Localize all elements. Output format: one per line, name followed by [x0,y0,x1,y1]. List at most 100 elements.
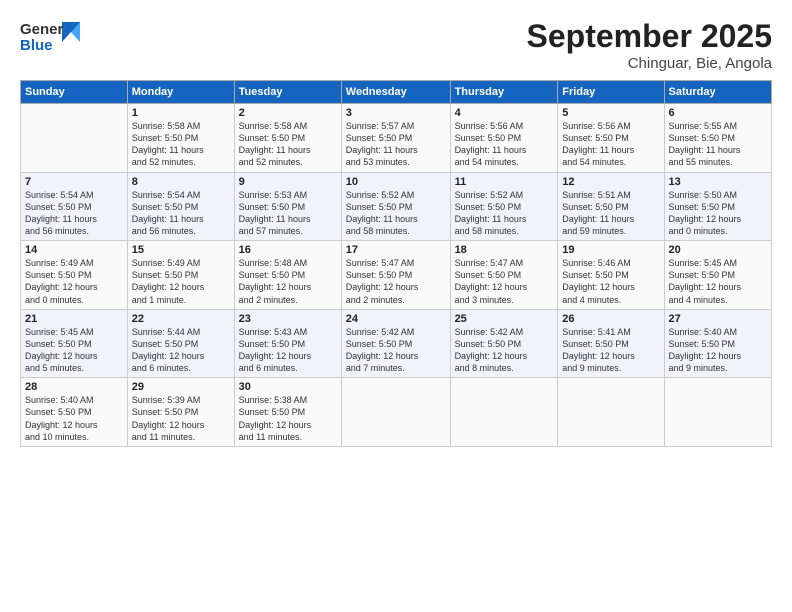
calendar-header: Sunday Monday Tuesday Wednesday Thursday… [21,81,772,104]
table-row: 7Sunrise: 5:54 AM Sunset: 5:50 PM Daylig… [21,172,128,241]
table-row [558,378,664,447]
day-info: Sunrise: 5:38 AM Sunset: 5:50 PM Dayligh… [239,394,337,443]
day-number: 28 [25,381,123,393]
day-number: 26 [562,313,659,325]
day-info: Sunrise: 5:58 AM Sunset: 5:50 PM Dayligh… [239,120,337,169]
table-row: 30Sunrise: 5:38 AM Sunset: 5:50 PM Dayli… [234,378,341,447]
col-monday: Monday [127,81,234,104]
calendar-body: 1 Sunrise: 5:58 AM Sunset: 5:50 PM Daylig… [21,104,772,447]
day-number: 21 [25,313,123,325]
day-info: Sunrise: 5:45 AM Sunset: 5:50 PM Dayligh… [25,326,123,375]
day-info: Sunrise: 5:51 AM Sunset: 5:50 PM Dayligh… [562,189,659,238]
day-info: Sunrise: 5:49 AM Sunset: 5:50 PM Dayligh… [25,257,123,306]
day-info: Sunrise: 5:54 AM Sunset: 5:50 PM Dayligh… [25,189,123,238]
table-row: 2Sunrise: 5:58 AM Sunset: 5:50 PM Daylig… [234,104,341,173]
day-info: Sunrise: 5:55 AM Sunset: 5:50 PM Dayligh… [669,120,767,169]
table-row: 29Sunrise: 5:39 AM Sunset: 5:50 PM Dayli… [127,378,234,447]
day-number: 29 [132,381,230,393]
day-info: Sunrise: 5:57 AM Sunset: 5:50 PM Dayligh… [346,120,446,169]
table-row: 14Sunrise: 5:49 AM Sunset: 5:50 PM Dayli… [21,241,128,310]
table-row: 4Sunrise: 5:56 AM Sunset: 5:50 PM Daylig… [450,104,558,173]
day-number: 7 [25,176,123,188]
table-row: 28Sunrise: 5:40 AM Sunset: 5:50 PM Dayli… [21,378,128,447]
day-info: Sunrise: 5:40 AM Sunset: 5:50 PM Dayligh… [669,326,767,375]
day-number: 4 [455,107,554,119]
table-row: 8Sunrise: 5:54 AM Sunset: 5:50 PM Daylig… [127,172,234,241]
col-sunday: Sunday [21,81,128,104]
table-row: 16Sunrise: 5:48 AM Sunset: 5:50 PM Dayli… [234,241,341,310]
col-friday: Friday [558,81,664,104]
col-wednesday: Wednesday [341,81,450,104]
table-row: 23Sunrise: 5:43 AM Sunset: 5:50 PM Dayli… [234,309,341,378]
day-info: Sunrise: 5:54 AM Sunset: 5:50 PM Dayligh… [132,189,230,238]
day-number: 1 [132,107,230,119]
table-row: 19Sunrise: 5:46 AM Sunset: 5:50 PM Dayli… [558,241,664,310]
day-info: Sunrise: 5:52 AM Sunset: 5:50 PM Dayligh… [455,189,554,238]
day-number: 18 [455,244,554,256]
day-number: 27 [669,313,767,325]
table-row: 15Sunrise: 5:49 AM Sunset: 5:50 PM Dayli… [127,241,234,310]
logo-svg: General Blue [20,18,64,56]
day-number: 24 [346,313,446,325]
page-subtitle: Chinguar, Bie, Angola [527,55,772,72]
day-number: 16 [239,244,337,256]
day-number: 15 [132,244,230,256]
col-thursday: Thursday [450,81,558,104]
table-row: 24Sunrise: 5:42 AM Sunset: 5:50 PM Dayli… [341,309,450,378]
table-row: 22Sunrise: 5:44 AM Sunset: 5:50 PM Dayli… [127,309,234,378]
day-number: 20 [669,244,767,256]
table-row: 18Sunrise: 5:47 AM Sunset: 5:50 PM Dayli… [450,241,558,310]
table-row: 5Sunrise: 5:56 AM Sunset: 5:50 PM Daylig… [558,104,664,173]
day-info: Sunrise: 5:47 AM Sunset: 5:50 PM Dayligh… [455,257,554,306]
day-number: 10 [346,176,446,188]
page-header: General Blue September 2025 Chinguar, Bi… [20,18,772,72]
day-info: Sunrise: 5:49 AM Sunset: 5:50 PM Dayligh… [132,257,230,306]
table-row: 12Sunrise: 5:51 AM Sunset: 5:50 PM Dayli… [558,172,664,241]
day-info: Sunrise: 5:46 AM Sunset: 5:50 PM Dayligh… [562,257,659,306]
day-number: 13 [669,176,767,188]
logo: General Blue [20,18,80,56]
table-row: 3Sunrise: 5:57 AM Sunset: 5:50 PM Daylig… [341,104,450,173]
day-info: Sunrise: 5:42 AM Sunset: 5:50 PM Dayligh… [455,326,554,375]
day-info: Sunrise: 5:56 AM Sunset: 5:50 PM Dayligh… [562,120,659,169]
day-number: 2 [239,107,337,119]
day-info: Sunrise: 5:50 AM Sunset: 5:50 PM Dayligh… [669,189,767,238]
day-info: Sunrise: 5:39 AM Sunset: 5:50 PM Dayligh… [132,394,230,443]
day-info: Sunrise: 5:43 AM Sunset: 5:50 PM Dayligh… [239,326,337,375]
table-row [450,378,558,447]
day-number: 12 [562,176,659,188]
table-row: 20Sunrise: 5:45 AM Sunset: 5:50 PM Dayli… [664,241,771,310]
day-number: 23 [239,313,337,325]
table-row: 17Sunrise: 5:47 AM Sunset: 5:50 PM Dayli… [341,241,450,310]
day-info: Sunrise: 5:53 AM Sunset: 5:50 PM Dayligh… [239,189,337,238]
table-row [341,378,450,447]
title-block: September 2025 Chinguar, Bie, Angola [527,18,772,72]
day-number: 8 [132,176,230,188]
table-row: 11Sunrise: 5:52 AM Sunset: 5:50 PM Dayli… [450,172,558,241]
day-number: 17 [346,244,446,256]
day-number: 11 [455,176,554,188]
table-row [21,104,128,173]
table-row: 6Sunrise: 5:55 AM Sunset: 5:50 PM Daylig… [664,104,771,173]
table-row: 9Sunrise: 5:53 AM Sunset: 5:50 PM Daylig… [234,172,341,241]
day-number: 9 [239,176,337,188]
day-info: Sunrise: 5:52 AM Sunset: 5:50 PM Dayligh… [346,189,446,238]
day-info: Sunrise: 5:45 AM Sunset: 5:50 PM Dayligh… [669,257,767,306]
table-row: 10Sunrise: 5:52 AM Sunset: 5:50 PM Dayli… [341,172,450,241]
logo-triangle-icon [62,22,80,42]
day-number: 19 [562,244,659,256]
table-row: 1Sunrise: 5:58 AM Sunset: 5:50 PM Daylig… [127,104,234,173]
table-row: 13Sunrise: 5:50 AM Sunset: 5:50 PM Dayli… [664,172,771,241]
calendar-table: Sunday Monday Tuesday Wednesday Thursday… [20,80,772,447]
table-row: 26Sunrise: 5:41 AM Sunset: 5:50 PM Dayli… [558,309,664,378]
day-number: 3 [346,107,446,119]
page-title: September 2025 [527,18,772,55]
col-saturday: Saturday [664,81,771,104]
col-tuesday: Tuesday [234,81,341,104]
table-row: 27Sunrise: 5:40 AM Sunset: 5:50 PM Dayli… [664,309,771,378]
day-info: Sunrise: 5:48 AM Sunset: 5:50 PM Dayligh… [239,257,337,306]
day-info: Sunrise: 5:40 AM Sunset: 5:50 PM Dayligh… [25,394,123,443]
day-number: 14 [25,244,123,256]
table-row: 21Sunrise: 5:45 AM Sunset: 5:50 PM Dayli… [21,309,128,378]
table-row: 25Sunrise: 5:42 AM Sunset: 5:50 PM Dayli… [450,309,558,378]
